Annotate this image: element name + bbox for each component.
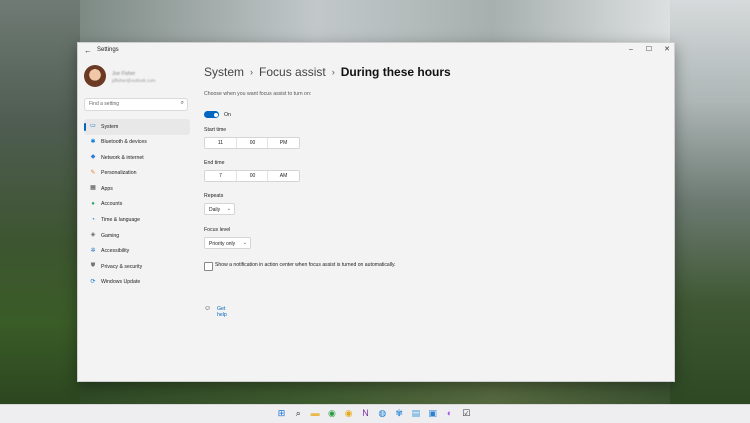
repeats-label: Repeats: [204, 193, 224, 199]
user-email: jdfisher@outlook.com: [112, 78, 156, 83]
page-title: During these hours: [340, 65, 451, 79]
breadcrumb-system[interactable]: System: [204, 65, 244, 79]
monitor-icon: ▭: [90, 123, 96, 129]
sidebar-item-label: Apps: [101, 185, 113, 192]
file-explorer-icon[interactable]: ▬: [310, 408, 321, 419]
sidebar-item-windows-update[interactable]: ⟳ Windows Update: [84, 275, 190, 291]
sidebar-item-personalization[interactable]: ✎ Personalization: [84, 166, 190, 182]
minimize-button[interactable]: –: [622, 44, 640, 56]
photos-icon[interactable]: ▣: [427, 408, 438, 419]
accessibility-icon: ✲: [90, 247, 96, 254]
chevron-down-icon: ⌄: [242, 239, 247, 246]
wallpaper: [80, 0, 670, 44]
chevron-right-icon: ›: [250, 67, 254, 77]
repeats-value: Daily: [209, 206, 221, 213]
sidebar-item-privacy-security[interactable]: ⛊ Privacy & security: [84, 259, 190, 275]
end-hour[interactable]: 7: [205, 171, 236, 181]
sidebar-item-label: System: [101, 123, 119, 130]
start-period[interactable]: PM: [267, 138, 299, 148]
get-help-link[interactable]: Get help: [217, 306, 227, 318]
sidebar-item-accounts[interactable]: ● Accounts: [84, 197, 190, 213]
search-input[interactable]: Find a setting ⌕: [84, 98, 188, 111]
taskbar: ⊞ ⌕ ▬ ◉ ◉ N ◍ ✾ ▤ ▣ ◐ ☑: [0, 404, 750, 423]
sidebar-item-label: Gaming: [101, 232, 120, 239]
focus-assist-toggle[interactable]: [204, 111, 219, 118]
focus-level-value: Priority only: [209, 240, 236, 247]
brush-icon: ✎: [90, 169, 96, 176]
chrome-icon[interactable]: ◉: [326, 408, 337, 419]
wallpaper: [0, 0, 80, 404]
focus-level-dropdown[interactable]: Priority only ⌄: [204, 237, 251, 249]
bluetooth-icon: ✱: [90, 138, 96, 145]
chrome-canary-icon[interactable]: ◉: [343, 408, 354, 419]
start-minute[interactable]: 00: [236, 138, 268, 148]
search-placeholder: Find a setting: [89, 101, 120, 107]
maximize-button[interactable]: ☐: [640, 44, 658, 56]
todo-icon[interactable]: ☑: [461, 408, 472, 419]
notification-checkbox-label[interactable]: Show a notification in action center whe…: [215, 262, 400, 269]
edge-icon[interactable]: ◍: [377, 408, 388, 419]
start-icon[interactable]: ⊞: [276, 408, 287, 419]
start-hour[interactable]: 11: [205, 138, 236, 148]
start-time-label: Start time: [204, 127, 227, 133]
update-icon: ⟳: [90, 278, 96, 285]
toggle-knob: [213, 112, 218, 117]
start-time-picker[interactable]: 11 00 PM: [204, 137, 300, 149]
sidebar-item-bluetooth-devices[interactable]: ✱ Bluetooth & devices: [84, 135, 190, 151]
sidebar-item-label: Accounts: [101, 201, 123, 208]
avatar[interactable]: [84, 65, 106, 87]
toggle-state-label: On: [224, 112, 231, 118]
chevron-down-icon: ⌄: [226, 205, 231, 212]
focus-level-label: Focus level: [204, 227, 231, 233]
wallpaper: [80, 380, 670, 404]
sidebar-item-apps[interactable]: ▦ Apps: [84, 181, 190, 197]
search-icon[interactable]: ⌕: [181, 100, 184, 107]
sidebar-item-label: Windows Update: [101, 279, 141, 286]
sidebar-item-time-language[interactable]: ◔ Time & language: [84, 213, 190, 229]
user-name: Joe Fisher: [112, 71, 136, 77]
shield-icon: ⛊: [90, 263, 96, 270]
end-time-picker[interactable]: 7 00 AM: [204, 170, 300, 182]
end-time-label: End time: [204, 160, 225, 166]
window-title: Settings: [97, 47, 119, 53]
sidebar-item-label: Privacy & security: [101, 263, 143, 270]
sidebar-item-label: Personalization: [101, 170, 137, 177]
messenger-icon[interactable]: ◐: [444, 408, 455, 419]
sidebar-nav: ▭ System ✱ Bluetooth & devices ◆ Network & in…: [84, 119, 190, 291]
arrow-left-icon[interactable]: ←: [84, 46, 92, 55]
sidebar-item-label: Bluetooth & devices: [101, 139, 147, 146]
settings-window: ← Settings – ☐ ✕ Joe Fisher jdfisher@out…: [77, 42, 675, 382]
repeats-dropdown[interactable]: Daily ⌄: [204, 203, 235, 215]
globe-clock-icon: ◔: [91, 216, 95, 223]
notepad-icon[interactable]: ▤: [410, 408, 421, 419]
breadcrumb-focus-assist[interactable]: Focus assist: [259, 65, 326, 79]
gamepad-icon: ◈: [90, 232, 96, 239]
close-button[interactable]: ✕: [658, 44, 676, 56]
person-icon: ●: [91, 200, 95, 207]
sidebar-item-label: Accessibility: [101, 248, 130, 255]
sidebar-item-network-internet[interactable]: ◆ Network & internet: [84, 150, 190, 166]
wallpaper: [670, 0, 750, 404]
wifi-icon: ◆: [90, 154, 96, 161]
breadcrumb: System › Focus assist › During these hours: [204, 65, 451, 79]
notification-checkbox[interactable]: [204, 262, 213, 271]
sidebar-item-label: Network & internet: [101, 154, 144, 161]
apps-icon: ▦: [90, 185, 96, 192]
sidebar-item-system[interactable]: ▭ System: [84, 119, 190, 135]
description: Choose when you want focus assist to tur…: [204, 91, 312, 97]
search-icon[interactable]: ⌕: [293, 408, 304, 419]
end-minute[interactable]: 00: [236, 171, 268, 181]
title-bar: ← Settings – ☐ ✕: [78, 43, 674, 59]
sidebar-item-label: Time & language: [101, 217, 141, 224]
sidebar-item-accessibility[interactable]: ✲ Accessibility: [84, 244, 190, 260]
chevron-right-icon: ›: [331, 67, 335, 77]
onenote-icon[interactable]: N: [360, 408, 371, 419]
help-icon[interactable]: ☺: [204, 305, 211, 312]
end-period[interactable]: AM: [267, 171, 299, 181]
paint-icon[interactable]: ✾: [394, 408, 405, 419]
sidebar-item-gaming[interactable]: ◈ Gaming: [84, 228, 190, 244]
